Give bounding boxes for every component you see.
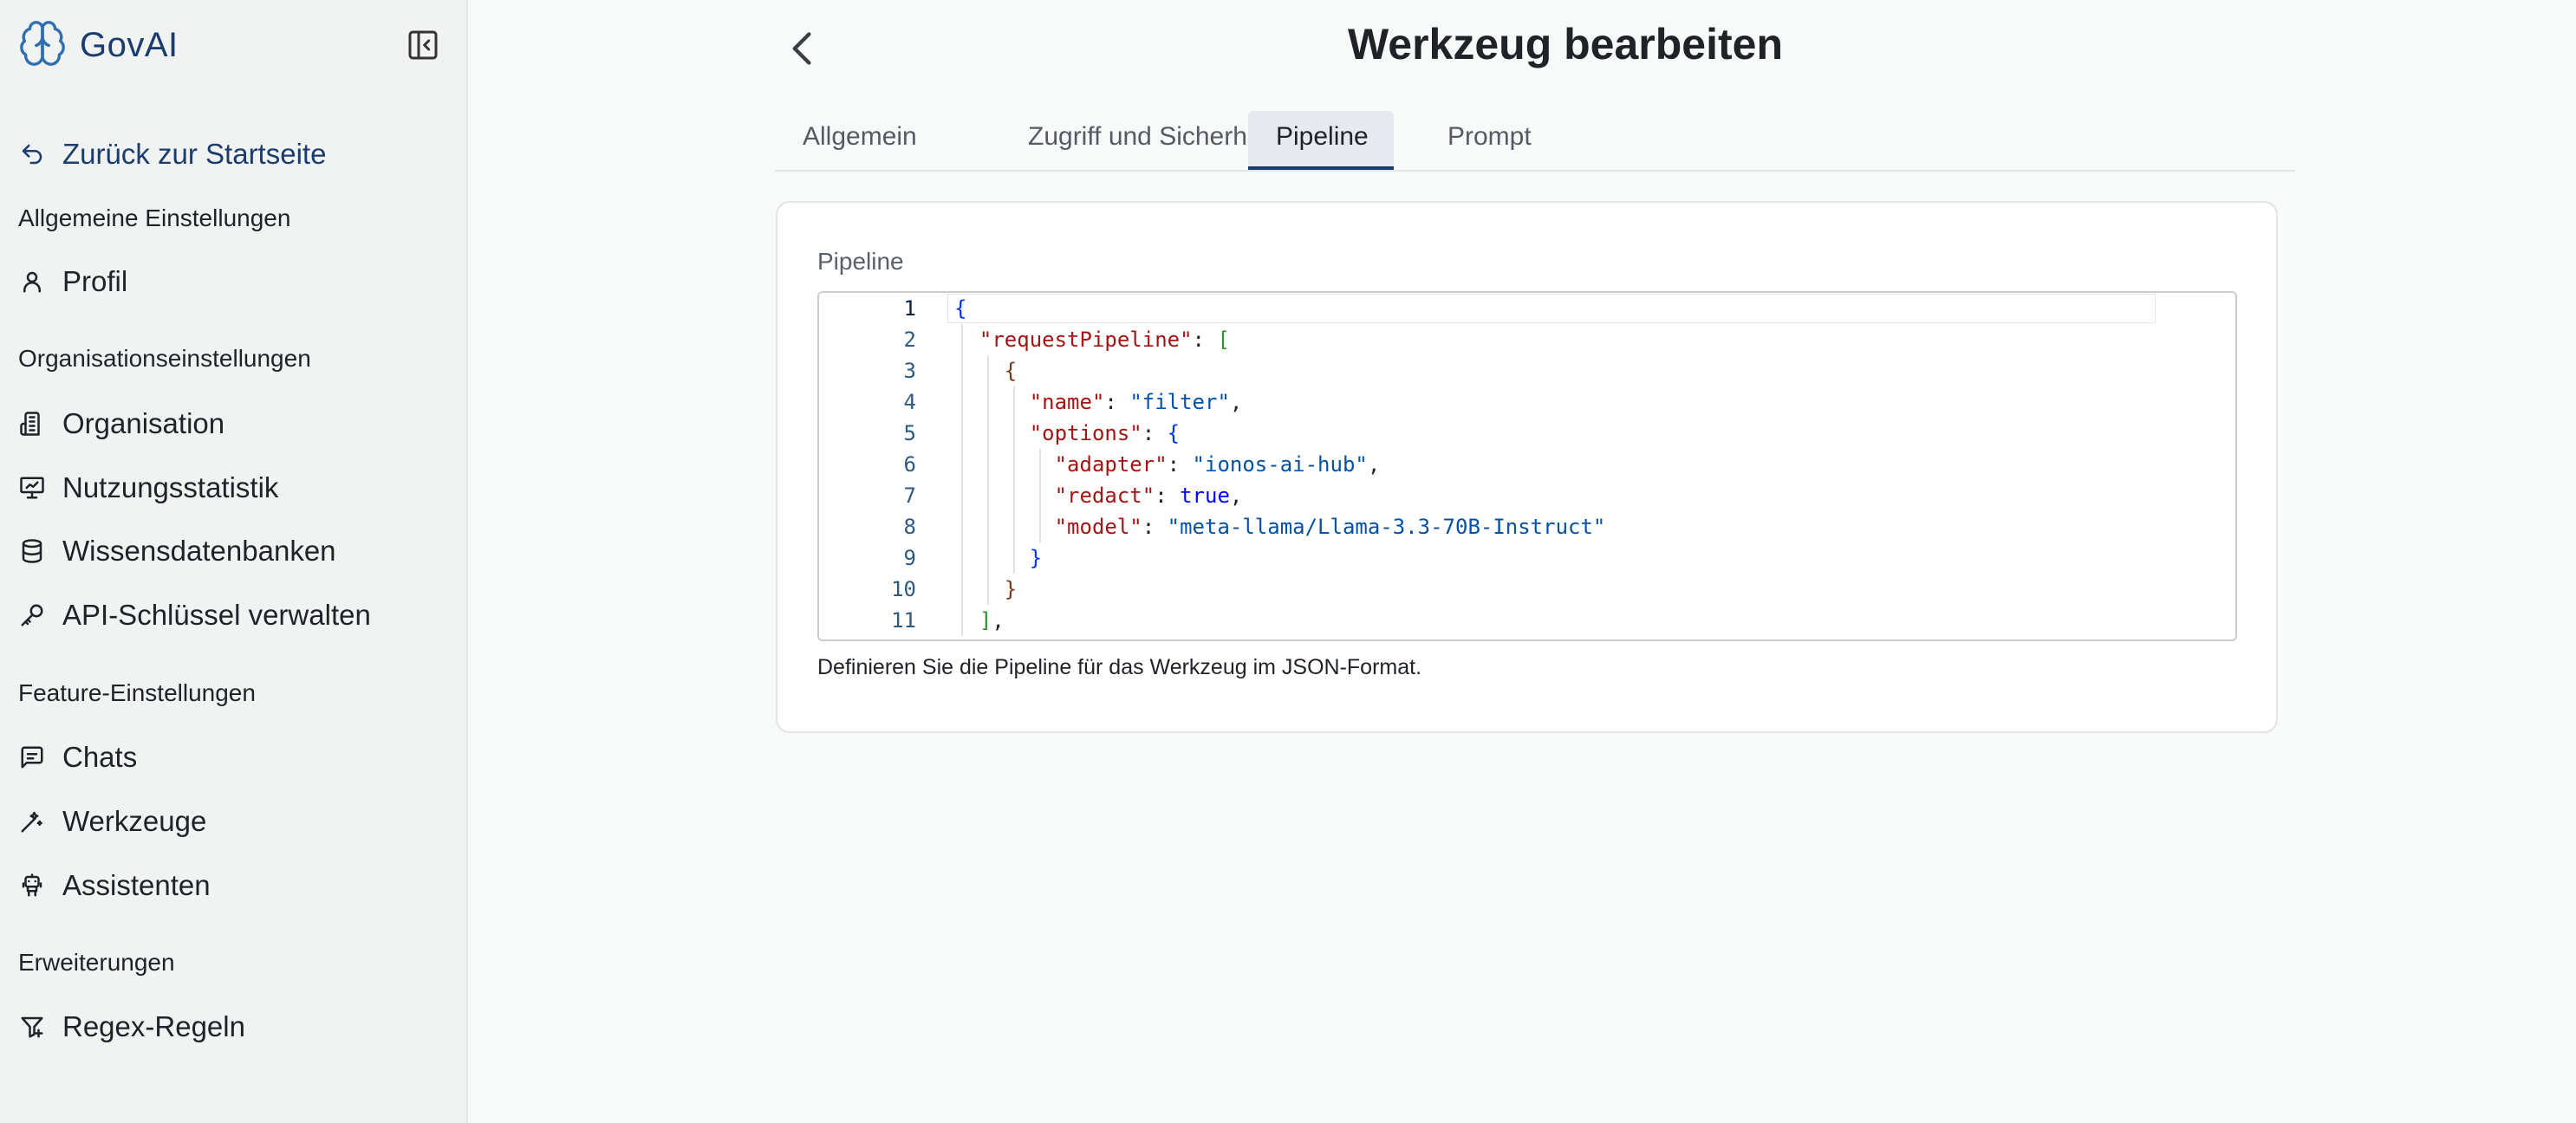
line-number: 9 [903,546,916,570]
chat-bubble-icon [17,743,47,772]
sidebar-item-label: Assistenten [62,869,211,901]
sidebar-item-organisation[interactable]: Organisation [17,399,224,448]
code-token: } [1004,577,1018,601]
sidebar-item-label: Chats [62,741,138,773]
tab-prompt[interactable]: Prompt [1420,111,1559,170]
brand[interactable]: GovAI [17,17,179,73]
line-number: 7 [903,484,916,508]
code-token: "name" [1029,390,1105,414]
key-icon [17,600,47,630]
back-to-home-link[interactable]: Zurück zur Startseite [17,130,326,179]
brand-name: GovAI [80,25,179,64]
code-token: "ionos-ai-hub" [1192,452,1368,477]
code-line: "adapter": "ionos-ai-hub", [1054,452,1381,477]
code-token: "options" [1029,421,1142,445]
sidebar-item-regex[interactable]: Regex-Regeln [17,1003,245,1051]
user-icon [17,267,47,296]
code-token: ] [979,608,992,633]
active-line-highlight [947,294,2156,323]
chevron-left-icon [784,32,822,75]
robot-icon [17,871,47,900]
line-number: 1 [903,296,916,321]
line-number: 6 [903,452,916,477]
sidebar-item-tools[interactable]: Werkzeuge [17,797,206,846]
code-token: true [1180,484,1230,508]
code-line: } [954,574,1017,605]
line-number: 2 [903,328,916,352]
tab-general[interactable]: Allgemein [775,111,945,170]
pipeline-card: Pipeline 1 2 3 4 5 6 7 8 9 10 11 { "requ… [776,201,2278,733]
section-title-general: Allgemeine Einstellungen [18,204,291,231]
code-line: "name": "filter", [1029,390,1243,414]
back-label: Zurück zur Startseite [62,138,327,170]
pipeline-json-editor[interactable]: 1 2 3 4 5 6 7 8 9 10 11 { "requestPipeli… [817,291,2237,641]
line-number: 3 [903,359,916,383]
brain-logo-icon [17,18,68,73]
code-token: } [1029,546,1043,570]
sidebar-item-knowledge[interactable]: Wissensdatenbanken [17,527,336,575]
line-number: 4 [903,390,916,414]
tab-bar: Allgemein Zugriff und Sicherheit Pipelin… [775,111,2295,172]
pipeline-label: Pipeline [817,248,904,275]
code-token: "model" [1054,515,1142,539]
sidebar-item-label: Wissensdatenbanken [62,535,336,567]
code-line: "requestPipeline": [ [979,328,1230,352]
code-token: { [954,296,967,321]
line-number: 10 [891,577,916,601]
sidebar-item-assistants[interactable]: Assistenten [17,861,211,910]
code-token: "adapter" [1054,452,1168,477]
code-token: "redact" [1054,484,1155,508]
sidebar-item-label: Regex-Regeln [62,1010,245,1042]
building-icon [17,409,47,438]
database-icon [17,536,47,566]
code-token: { [1004,359,1018,383]
section-title-extensions: Erweiterungen [18,949,175,976]
code-token: "filter" [1129,390,1230,414]
sidebar: GovAI Zurück zur Startseite Allgemeine E… [0,0,468,1123]
back-button[interactable] [784,26,822,71]
sidebar-item-api-keys[interactable]: API-Schlüssel verwalten [17,591,371,639]
sidebar-collapse-button[interactable] [406,28,440,62]
code-line: ], [979,608,1005,633]
code-line: "redact": true, [1054,484,1243,508]
return-arrow-icon [17,140,47,169]
section-title-features: Feature-Einstellungen [18,679,256,706]
pipeline-help-text: Definieren Sie die Pipeline für das Werk… [817,655,1422,679]
sidebar-item-label: Profil [62,265,128,297]
code-line: { [954,355,1017,386]
line-number: 8 [903,515,916,539]
code-token: { [1167,421,1181,445]
page-title: Werkzeug bearbeiten [1347,20,1783,68]
code-line: "model": "meta-llama/Llama-3.3-70B-Instr… [1054,515,1606,539]
tab-pipeline[interactable]: Pipeline [1248,111,1394,170]
sidebar-item-usage[interactable]: Nutzungsstatistik [17,464,278,512]
presentation-chart-icon [17,473,47,503]
magic-wand-icon [17,807,47,836]
code-token: "meta-llama/Llama-3.3-70B-Instruct" [1167,515,1606,539]
sidebar-item-label: Werkzeuge [62,805,207,837]
section-title-organization: Organisationseinstellungen [18,345,311,372]
line-number: 5 [903,421,916,445]
filter-plus-icon [17,1012,47,1042]
sidebar-item-chats[interactable]: Chats [17,733,137,782]
sidebar-item-label: API-Schlüssel verwalten [62,599,371,631]
code-token: [ [1217,328,1230,352]
code-line: } [954,542,1042,574]
code-token: "requestPipeline" [979,328,1193,352]
sidebar-item-profile[interactable]: Profil [17,257,127,306]
code-line: "options": { [1029,421,1181,445]
sidebar-item-label: Organisation [62,407,225,439]
panel-collapse-icon [406,30,440,66]
sidebar-item-label: Nutzungsstatistik [62,471,279,503]
line-number: 11 [891,608,916,633]
code-line: { [954,293,966,324]
